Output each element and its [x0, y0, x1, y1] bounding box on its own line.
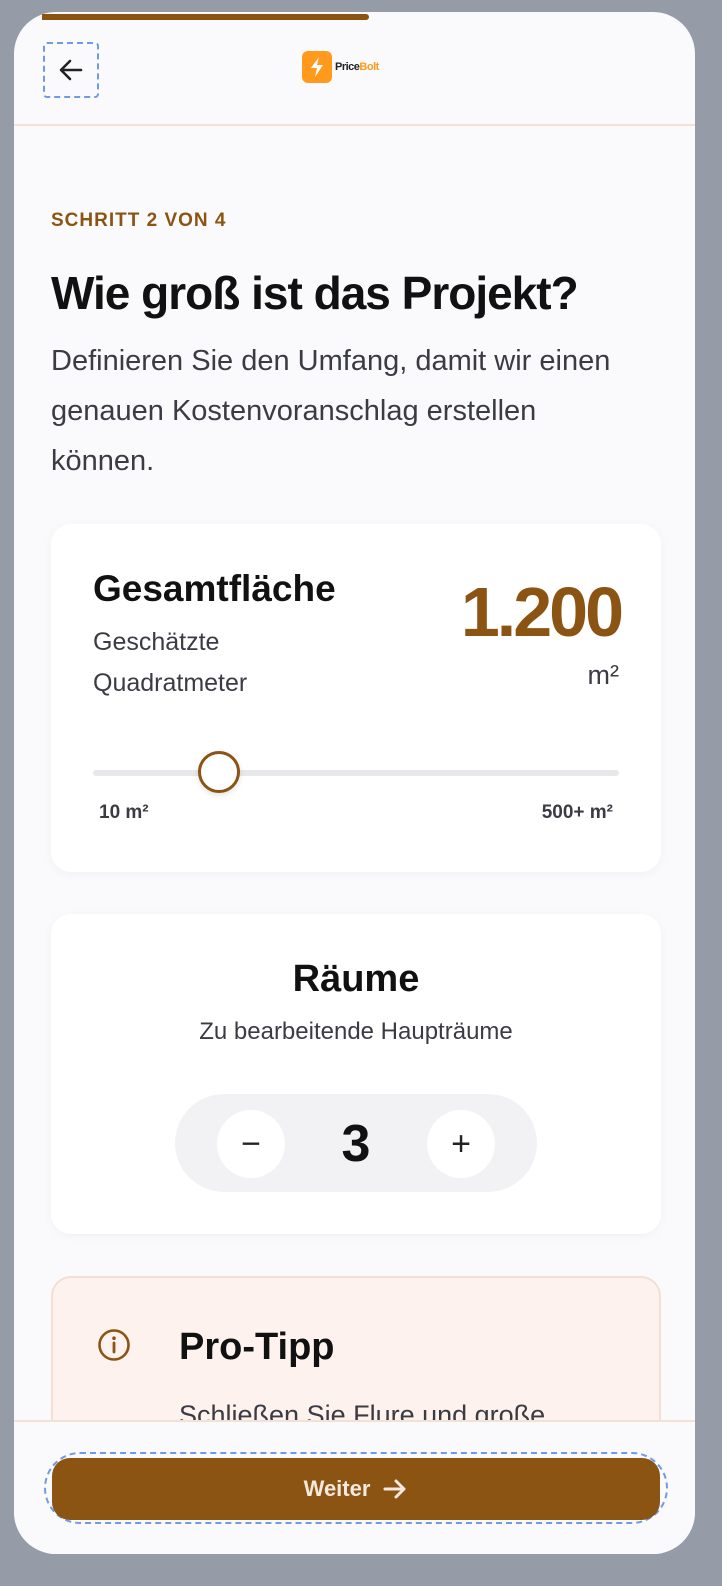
area-card: Gesamtfläche Geschätzte Quadratmeter 1.2…: [51, 524, 661, 872]
rooms-card: Räume Zu bearbeitende Haupträume 3 − +: [51, 914, 661, 1234]
info-icon: [98, 1329, 130, 1361]
app-logo: PriceBolt: [302, 51, 379, 83]
rooms-subtitle: Zu bearbeitende Haupträume: [199, 1018, 513, 1045]
pro-tip-title: Pro-Tipp: [179, 1326, 335, 1368]
arrow-right-icon: [383, 1479, 406, 1499]
increment-button[interactable]: +: [427, 1110, 495, 1178]
logo-word-main: Price: [335, 61, 360, 73]
continue-button-focus-ring: Weiter: [44, 1452, 668, 1524]
slider-min-label: 10 m²: [99, 802, 149, 823]
logo-word-accent: Bolt: [359, 61, 379, 73]
rooms-stepper: 3 − +: [175, 1094, 537, 1192]
continue-button[interactable]: Weiter: [52, 1458, 660, 1520]
logo-wordmark: PriceBolt: [335, 61, 379, 73]
bottom-bar: Weiter: [14, 1420, 695, 1554]
decrement-button[interactable]: −: [217, 1110, 285, 1178]
page-subtitle: Definieren Sie den Umfang, damit wir ein…: [51, 345, 611, 477]
rooms-title: Räume: [292, 958, 420, 1000]
bolt-icon: [302, 51, 332, 83]
slider-max-label: 500+ m²: [541, 802, 613, 823]
top-bar: PriceBolt: [14, 12, 695, 126]
slider-track: [93, 770, 619, 776]
area-value: 1.200: [460, 573, 624, 651]
step-indicator: SCHRITT 2 VON 4: [51, 210, 227, 231]
area-slider[interactable]: [93, 751, 619, 793]
app-screen: PriceBolt SCHRITT 2 VON 4 Wie groß ist d…: [14, 12, 695, 1554]
page-title: Wie groß ist das Projekt?: [51, 267, 579, 319]
continue-button-label: Weiter: [303, 1476, 371, 1501]
arrow-left-icon: [59, 59, 83, 81]
area-subtitle: Geschätzte Quadratmeter: [93, 628, 248, 697]
device-frame: PriceBolt SCHRITT 2 VON 4 Wie groß ist d…: [0, 0, 722, 1586]
slider-thumb[interactable]: [198, 751, 241, 793]
plus-icon: +: [451, 1124, 471, 1163]
back-button[interactable]: [43, 42, 99, 98]
area-title: Gesamtfläche: [93, 568, 336, 609]
minus-icon: −: [241, 1124, 261, 1163]
area-unit: m²: [587, 660, 619, 690]
